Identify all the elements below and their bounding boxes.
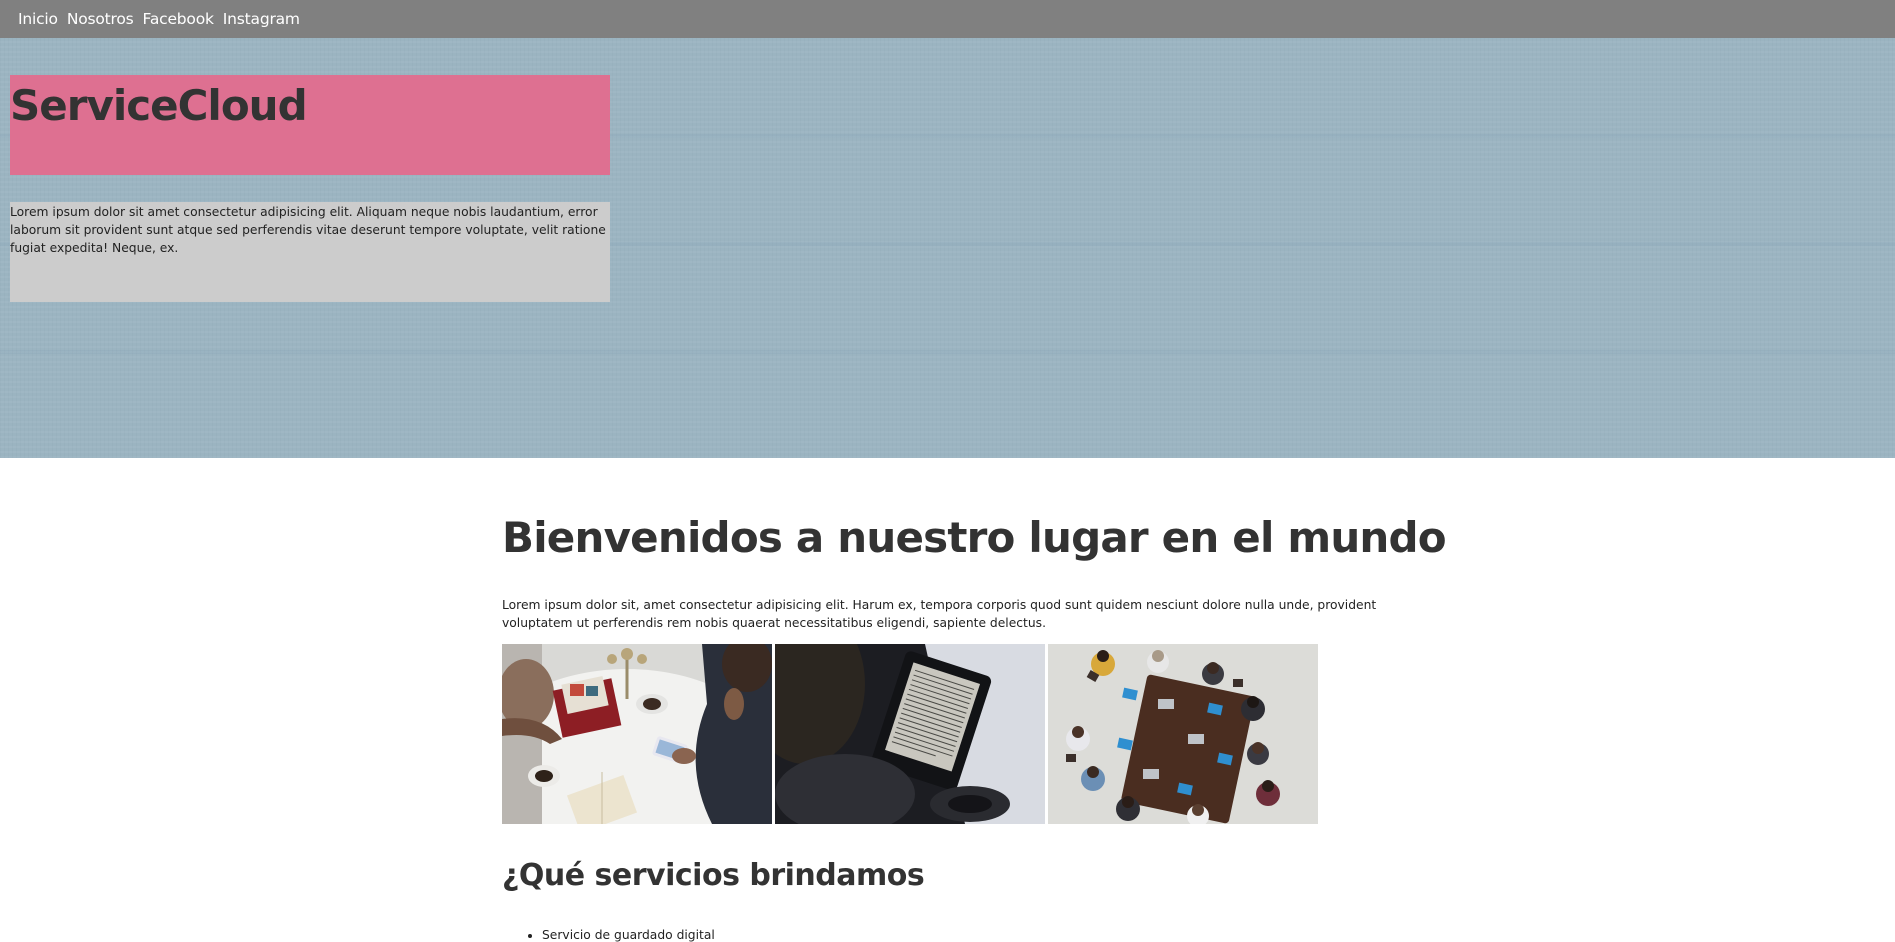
gallery-image-ereader <box>775 644 1045 824</box>
hero-description: Lorem ipsum dolor sit amet consectetur a… <box>10 205 606 255</box>
welcome-paragraph: Lorem ipsum dolor sit, amet consectetur … <box>502 598 1377 630</box>
photo-gallery <box>502 644 1322 824</box>
top-navigation: Inicio Nosotros Facebook Instagram <box>0 0 1895 38</box>
gallery-image-meeting <box>1048 644 1318 824</box>
nav-link-instagram[interactable]: Instagram <box>223 10 300 28</box>
nav-link-nosotros[interactable]: Nosotros <box>67 10 134 28</box>
gallery-image-phone-table <box>502 644 772 824</box>
hero-text-box: Lorem ipsum dolor sit amet consectetur a… <box>10 202 610 302</box>
welcome-heading: Bienvenidos a nuestro lugar en el mundo <box>502 513 1447 562</box>
nav-link-facebook[interactable]: Facebook <box>143 10 214 28</box>
services-list: Servicio de guardado digital <box>542 926 715 942</box>
hero-banner: ServiceCloud Lorem ipsum dolor sit amet … <box>0 38 1895 458</box>
site-title: ServiceCloud <box>10 81 308 130</box>
hero-title-box: ServiceCloud <box>10 75 610 175</box>
services-heading: ¿Qué servicios brindamos <box>502 858 925 893</box>
list-item: Servicio de guardado digital <box>542 926 715 942</box>
nav-link-inicio[interactable]: Inicio <box>18 10 58 28</box>
